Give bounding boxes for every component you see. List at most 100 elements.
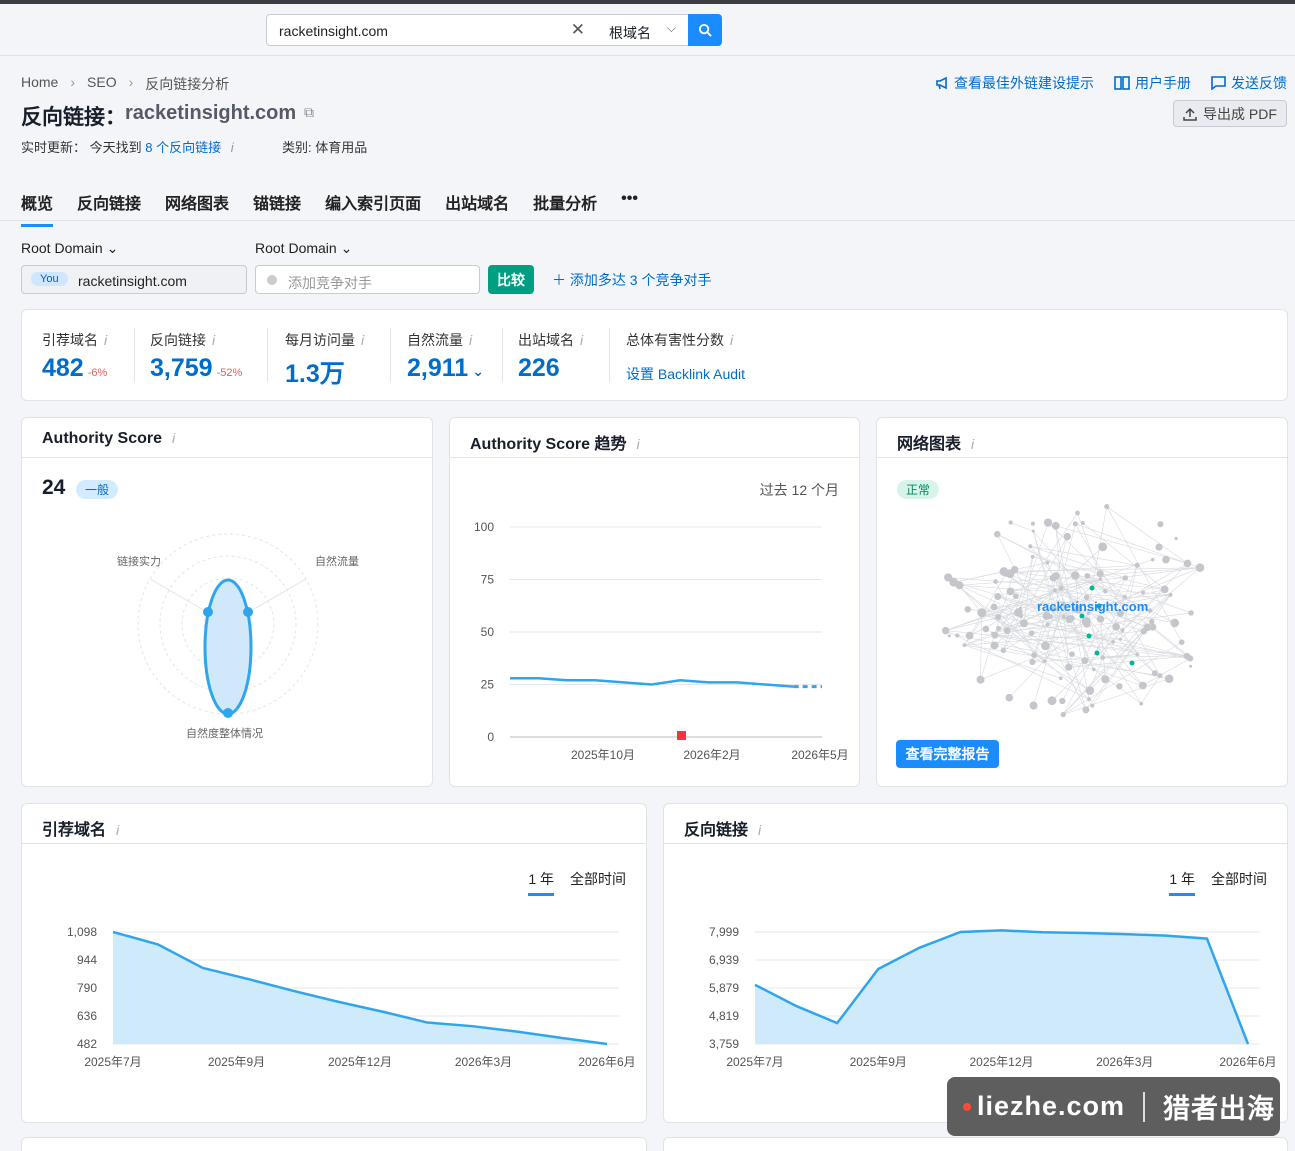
- info-icon[interactable]: i: [104, 332, 107, 348]
- info-icon[interactable]: i: [231, 140, 234, 155]
- scope-select[interactable]: 根域名 ⌵: [597, 14, 689, 46]
- network-node: [1111, 639, 1116, 644]
- y-tick-label: 636: [77, 1009, 97, 1023]
- x-tick-label: 2026年5月: [791, 748, 848, 762]
- info-icon[interactable]: i: [580, 332, 583, 348]
- radar-point[interactable]: [223, 708, 233, 718]
- referring-domains-card: 引荐域名 i 1 年 全部时间 1,098 944 790 636 482 2025年7月 2…: [21, 803, 647, 1123]
- root-domain-select-2[interactable]: Root Domain ⌄: [255, 240, 352, 257]
- page-domain: racketinsight.com: [125, 102, 297, 124]
- metric-backlinks[interactable]: 反向链接 i 3,759 -52%: [150, 330, 242, 383]
- radar-label-naturalness: 自然度整体情况: [186, 726, 263, 740]
- divider: [22, 843, 646, 844]
- root-domain-label: Root Domain: [255, 240, 337, 256]
- range-all-tab[interactable]: 全部时间: [570, 869, 626, 896]
- network-node: [1087, 697, 1092, 702]
- range-all-tab[interactable]: 全部时间: [1211, 869, 1267, 896]
- network-node: [1029, 701, 1038, 710]
- radar-point[interactable]: [243, 607, 253, 617]
- add-competitors-link[interactable]: ＋ 添加多达 3 个竞争对手: [552, 270, 711, 290]
- network-node: [1080, 520, 1085, 525]
- network-node: [1008, 520, 1013, 525]
- tips-link[interactable]: 查看最佳外链建设提示: [935, 73, 1094, 93]
- scope-value: 根域名: [609, 25, 651, 41]
- x-tick-label: 2025年7月: [84, 1055, 141, 1069]
- metric-referring-domains[interactable]: 引荐域名 i 482 -6%: [42, 330, 107, 383]
- metric-organic-traffic[interactable]: 自然流量 i 2,911 ⌄: [407, 330, 484, 383]
- network-node: [1041, 641, 1050, 651]
- plus-icon: ＋: [552, 272, 566, 288]
- search-button[interactable]: [688, 14, 722, 46]
- compare-button[interactable]: 比较: [488, 265, 534, 294]
- clear-icon[interactable]: ✕: [571, 20, 585, 40]
- domain-search-input[interactable]: racketinsight.com ✕: [266, 14, 598, 46]
- radar-point[interactable]: [203, 607, 213, 617]
- metric-monthly-visits[interactable]: 每月访问量 i 1.3万: [285, 330, 364, 390]
- radar-label-organic: 自然流量: [315, 554, 359, 568]
- breadcrumb-seo[interactable]: SEO: [87, 74, 117, 94]
- network-node: [990, 641, 999, 650]
- card-title: 引荐域名 i: [42, 816, 119, 840]
- card-title: 网络图表 i: [897, 430, 974, 454]
- network-node: [1096, 570, 1104, 578]
- metric-outbound-domains[interactable]: 出站域名 i 226: [518, 330, 583, 383]
- chevron-down-icon[interactable]: ⌄: [472, 363, 484, 380]
- network-node: [1006, 587, 1015, 596]
- backlink-audit-link[interactable]: 设置 Backlink Audit: [626, 364, 745, 384]
- network-node: [1031, 529, 1035, 533]
- network-node: [1164, 674, 1174, 684]
- info-icon[interactable]: i: [730, 332, 733, 348]
- authority-trend-card: Authority Score 趋势 i 过去 12 个月 100 75 50 25 0 2…: [449, 417, 860, 787]
- new-backlinks-link[interactable]: 8 个反向链接: [145, 140, 221, 155]
- chevron-down-icon: ⌄: [340, 240, 353, 256]
- manual-link[interactable]: 用户手册: [1114, 73, 1191, 93]
- info-icon[interactable]: i: [758, 822, 761, 838]
- info-icon[interactable]: i: [361, 332, 364, 348]
- series-line: [510, 676, 794, 688]
- network-node: [1030, 554, 1035, 559]
- network-node: [1052, 588, 1057, 593]
- network-node: [1090, 703, 1095, 708]
- network-node: [947, 634, 951, 638]
- info-icon[interactable]: i: [212, 332, 215, 348]
- manual-label: 用户手册: [1135, 75, 1191, 91]
- metric-value: 482: [42, 354, 84, 382]
- info-icon[interactable]: i: [636, 436, 639, 452]
- authority-radar-chart: 链接实力 自然流量 自然度整体情况: [117, 533, 359, 740]
- network-edge: [985, 628, 1091, 691]
- breadcrumb-home[interactable]: Home: [21, 74, 58, 94]
- x-tick-label: 2025年9月: [850, 1055, 907, 1069]
- view-full-report-button[interactable]: 查看完整报告: [896, 740, 999, 768]
- authority-score-card: Authority Score i 24 一般 链接实力 自然流量 自然度整体情况: [21, 417, 433, 787]
- info-icon[interactable]: i: [469, 332, 472, 348]
- info-icon[interactable]: i: [172, 430, 175, 446]
- network-node-highlight: [1129, 660, 1135, 666]
- y-tick-label: 50: [481, 625, 495, 639]
- competitor-input[interactable]: 添加竞争对手: [255, 265, 480, 294]
- network-edge: [1075, 523, 1201, 568]
- network-node: [1134, 562, 1140, 568]
- info-icon[interactable]: i: [971, 436, 974, 452]
- root-domain-select-1[interactable]: Root Domain ⌄: [21, 240, 118, 257]
- network-node: [1043, 518, 1053, 527]
- metric-label: 自然流量: [407, 332, 463, 348]
- category-label: 类别: 体育用品: [282, 140, 368, 155]
- megaphone-icon: [936, 76, 947, 90]
- network-edge: [980, 612, 983, 680]
- network-node: [1157, 521, 1164, 528]
- external-link-icon[interactable]: ⧉: [304, 104, 314, 121]
- export-pdf-button[interactable]: 导出成 PDF: [1173, 100, 1287, 127]
- range-1y-tab[interactable]: 1 年: [528, 869, 554, 896]
- divider: [877, 457, 1287, 458]
- network-node: [1174, 536, 1178, 541]
- network-node: [955, 633, 960, 638]
- network-node: [1072, 521, 1078, 527]
- range-1y-tab[interactable]: 1 年: [1169, 869, 1195, 896]
- network-node: [1122, 575, 1129, 581]
- score-level-badge: 一般: [76, 480, 119, 499]
- network-node: [1120, 628, 1125, 633]
- info-icon[interactable]: i: [116, 822, 119, 838]
- feedback-link[interactable]: 发送反馈: [1211, 73, 1287, 93]
- divider: [1143, 1091, 1146, 1122]
- network-node: [1170, 618, 1179, 628]
